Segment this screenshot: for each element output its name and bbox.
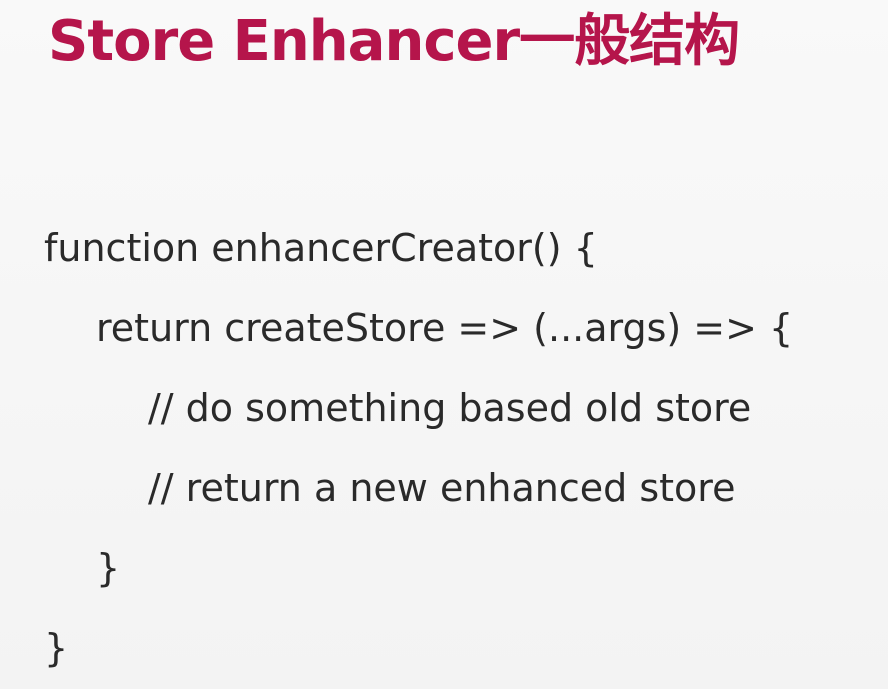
code-line-return-statement: return createStore => (...args) => { (96, 306, 794, 350)
code-line-outer-closing-brace: } (44, 626, 69, 670)
code-line-comment-do-something: // do something based old store (148, 386, 752, 430)
code-line-comment-return-store: // return a new enhanced store (148, 466, 736, 510)
slide-title: Store Enhancer一般结构 (48, 9, 740, 74)
code-line-function-declaration: function enhancerCreator() { (44, 226, 598, 270)
code-line-inner-closing-brace: } (96, 546, 121, 590)
slide: Store Enhancer一般结构 function enhancerCrea… (0, 0, 888, 689)
code-block: function enhancerCreator() { return crea… (44, 208, 793, 688)
